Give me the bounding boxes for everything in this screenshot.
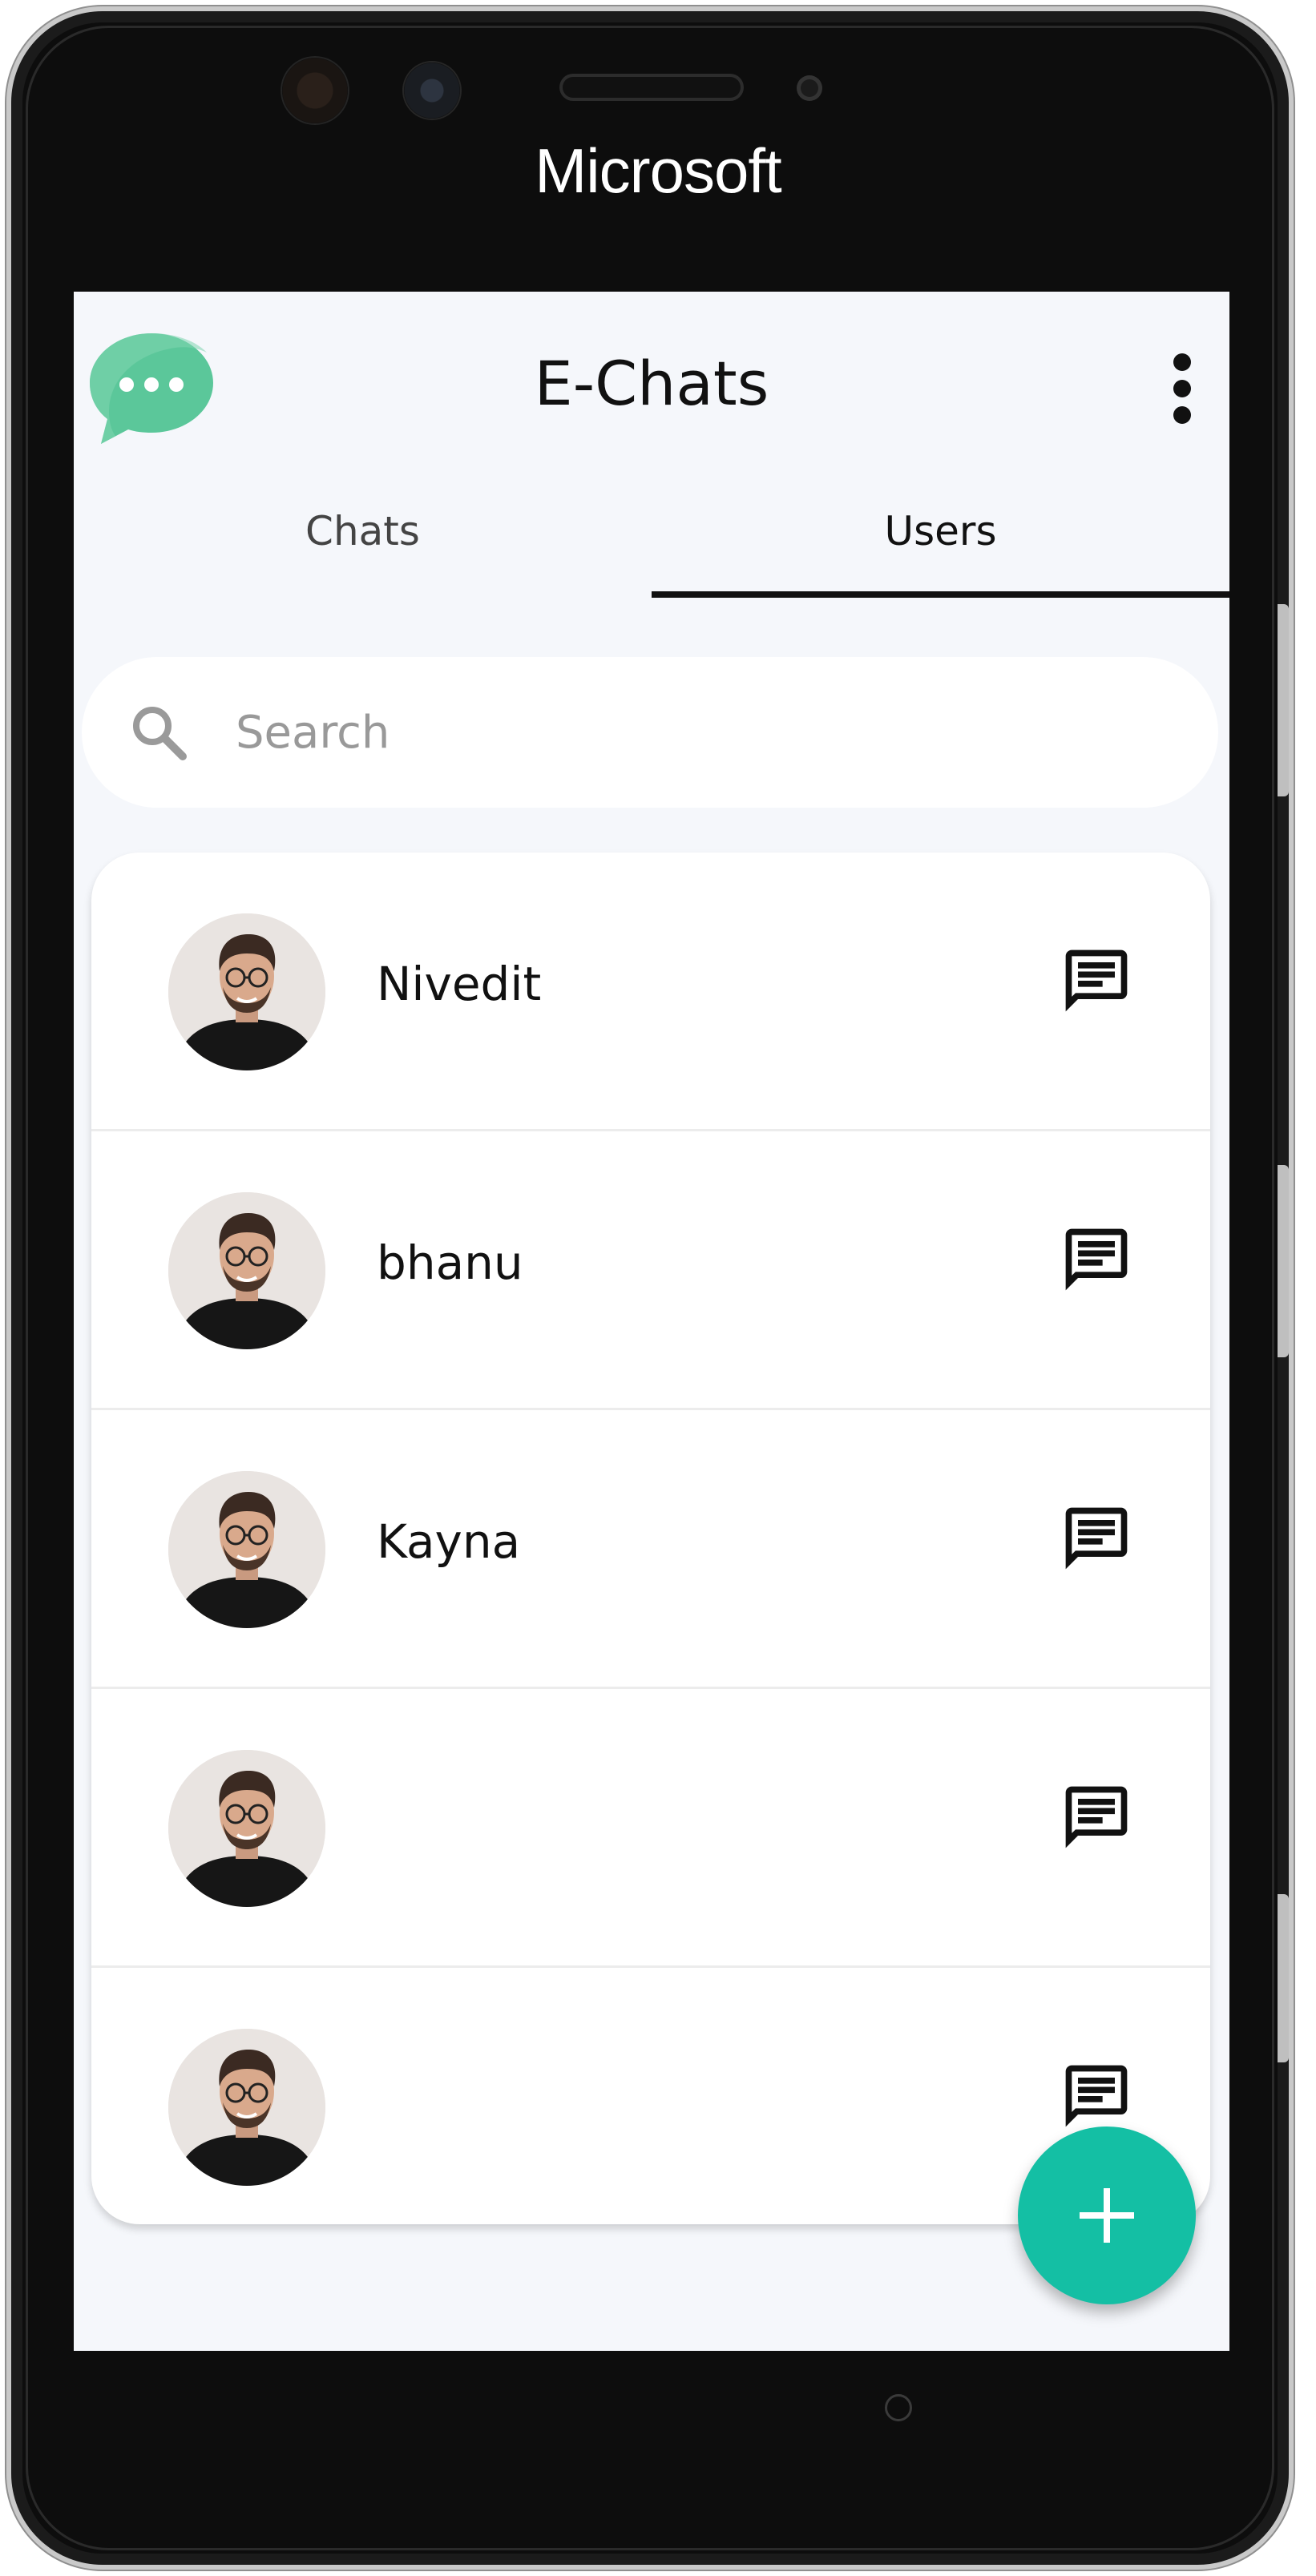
message-icon[interactable]: [1060, 1502, 1133, 1575]
user-row[interactable]: bhanu: [91, 1131, 1210, 1410]
message-icon[interactable]: [1060, 944, 1133, 1018]
user-name: Nivedit: [377, 957, 542, 1011]
user-avatar: [168, 2029, 325, 2186]
search-input[interactable]: [234, 689, 1116, 776]
secondary-camera: [404, 62, 460, 119]
message-icon[interactable]: [1060, 1780, 1133, 1854]
device-brand: Microsoft: [535, 135, 781, 206]
volume-up-button: [1278, 604, 1289, 796]
user-avatar: [168, 1192, 325, 1349]
search-bar: [82, 657, 1218, 808]
front-camera: [282, 58, 348, 123]
search-icon: [133, 707, 187, 760]
user-avatar: [168, 1471, 325, 1628]
user-row[interactable]: [91, 1689, 1210, 1968]
volume-down-button: [1278, 1165, 1289, 1357]
app-screen: E-Chats Chats Users Search Nivedit bhanu…: [74, 292, 1229, 2351]
earpiece-speaker: [559, 74, 744, 101]
app-bar: E-Chats: [74, 292, 1229, 471]
tab-users[interactable]: Users: [652, 471, 1229, 598]
power-button: [1278, 1894, 1289, 2062]
tab-indicator: [652, 591, 1229, 598]
bottom-sensor: [885, 2394, 912, 2421]
message-icon[interactable]: [1060, 2059, 1133, 2133]
tab-chats[interactable]: Chats: [74, 471, 652, 598]
user-name: bhanu: [377, 1236, 523, 1290]
user-row[interactable]: Kayna: [91, 1410, 1210, 1689]
app-title: E-Chats: [534, 348, 769, 419]
message-icon[interactable]: [1060, 1223, 1133, 1296]
user-avatar: [168, 913, 325, 1070]
tab-bar: Chats Users: [74, 471, 1229, 598]
user-list: Nivedit bhanu Kayna: [91, 853, 1210, 2224]
add-button[interactable]: [1018, 2127, 1196, 2304]
user-row[interactable]: Nivedit: [91, 853, 1210, 1131]
plus-icon: [1080, 2188, 1134, 2243]
proximity-sensor: [797, 75, 822, 101]
user-name: Kayna: [377, 1514, 521, 1569]
user-avatar: [168, 1750, 325, 1907]
more-vertical-icon[interactable]: [1170, 353, 1194, 425]
